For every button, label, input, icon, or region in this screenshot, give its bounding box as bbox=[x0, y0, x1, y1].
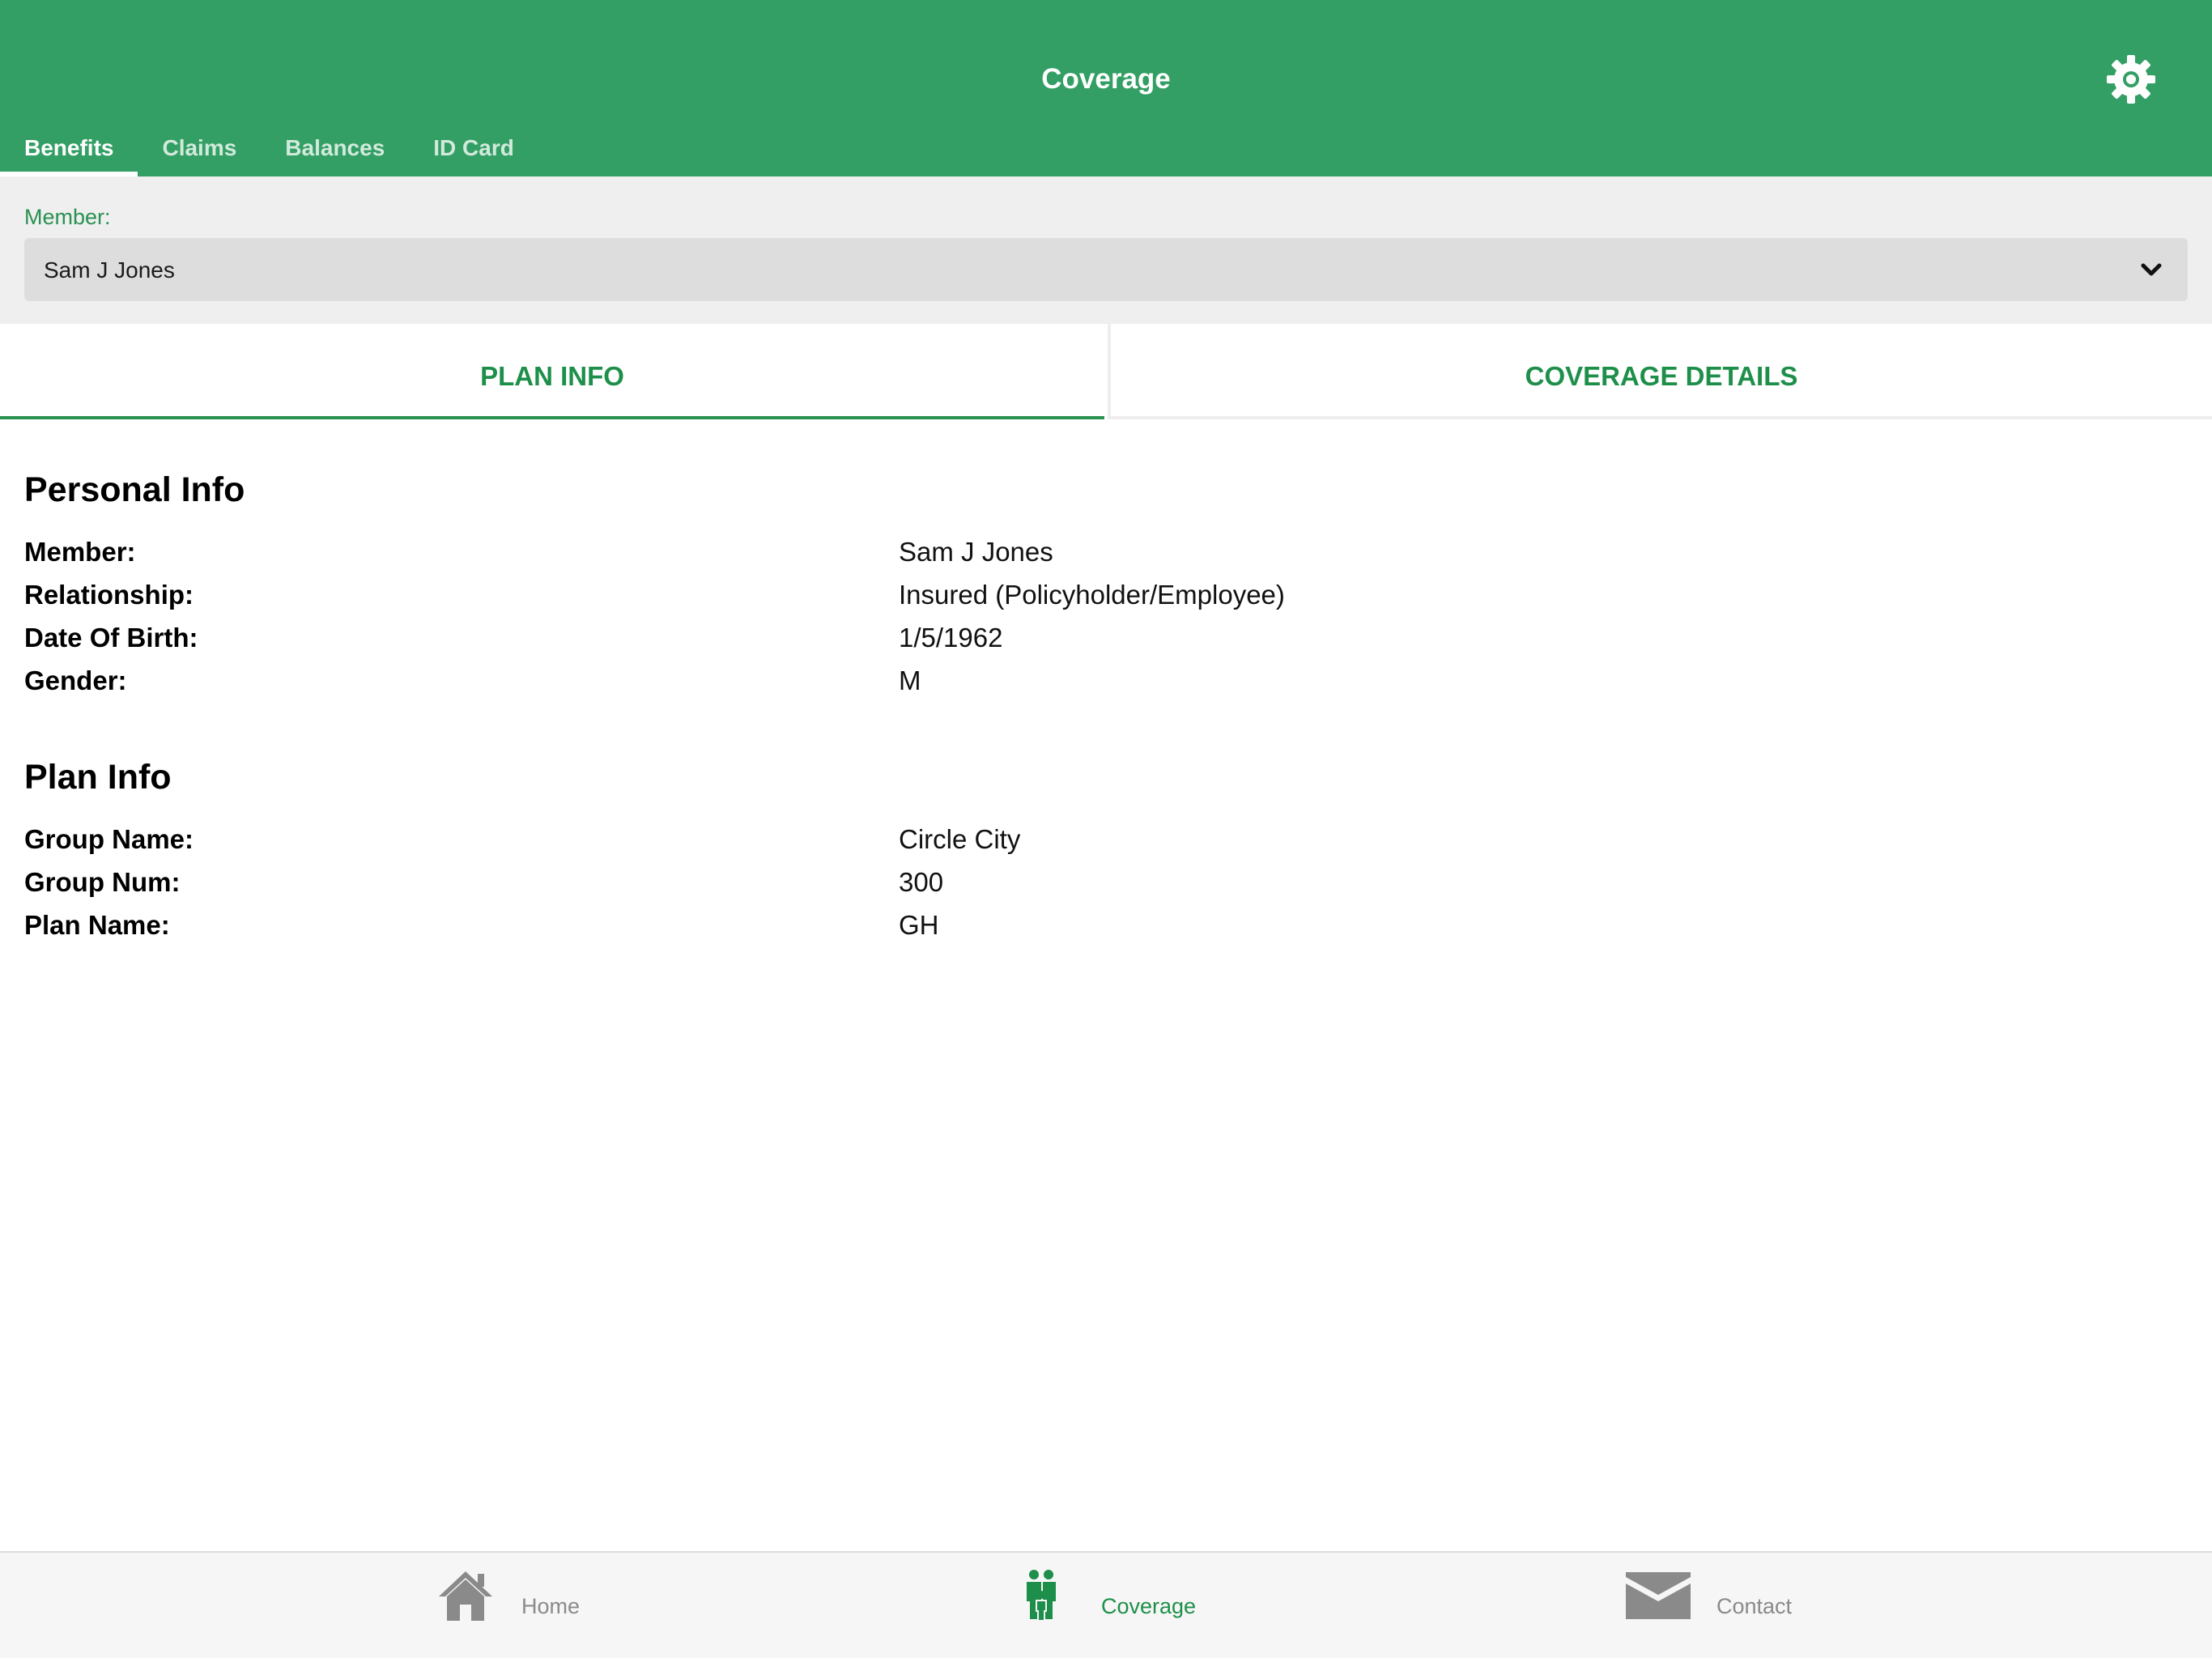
family-icon bbox=[1027, 1570, 1056, 1622]
page-title: Coverage bbox=[1041, 63, 1171, 95]
nav-coverage[interactable]: Coverage bbox=[1020, 1553, 1214, 1658]
group-name-row-value: Circle City bbox=[899, 824, 1021, 854]
tab-benefits[interactable]: Benefits bbox=[0, 125, 138, 176]
member-select-label: Member: bbox=[24, 205, 111, 229]
group-name-row-label: Group Name: bbox=[24, 824, 194, 854]
nav-contact[interactable]: Contact bbox=[1619, 1553, 1814, 1658]
bottom-tab-bar: Home Coverage Contact bbox=[0, 1551, 2212, 1658]
gear-icon[interactable] bbox=[2105, 53, 2157, 105]
member-row-label: Member: bbox=[24, 537, 136, 567]
tab-claims[interactable]: Claims bbox=[138, 125, 261, 176]
gender-row-label: Gender: bbox=[24, 665, 127, 695]
group-num-row-value: 300 bbox=[899, 867, 944, 897]
relationship-row-label: Relationship: bbox=[24, 580, 194, 610]
member-selector-panel: Member: Sam J Jones bbox=[0, 176, 2212, 324]
group-num-row-label: Group Num: bbox=[24, 867, 181, 897]
relationship-row-value: Insured (Policyholder/Employee) bbox=[899, 580, 1285, 610]
nav-contact-label: Contact bbox=[1716, 1594, 1793, 1618]
segment-plan-info[interactable]: PLAN INFO bbox=[0, 324, 1104, 419]
nav-home[interactable]: Home bbox=[429, 1553, 607, 1658]
tab-id-card[interactable]: ID Card bbox=[409, 125, 538, 176]
chevron-down-icon bbox=[2141, 263, 2162, 276]
tab-balances[interactable]: Balances bbox=[261, 125, 409, 176]
dob-row-value: 1/5/1962 bbox=[899, 623, 1003, 653]
personal-info-heading: Personal Info bbox=[24, 470, 245, 509]
dob-row-label: Date Of Birth: bbox=[24, 623, 198, 653]
app-header: Coverage Benefits Claims Balances ID Car… bbox=[0, 0, 2212, 176]
home-icon bbox=[439, 1571, 492, 1621]
plan-info-heading: Plan Info bbox=[24, 758, 172, 797]
envelope-icon bbox=[1626, 1572, 1691, 1619]
nav-coverage-label: Coverage bbox=[1101, 1594, 1197, 1618]
member-row-value: Sam J Jones bbox=[899, 537, 1053, 567]
gender-row-value: M bbox=[899, 665, 921, 695]
member-dropdown-value: Sam J Jones bbox=[44, 257, 175, 283]
top-tab-bar: Benefits Claims Balances ID Card bbox=[0, 125, 538, 176]
segment-coverage-details-label: COVERAGE DETAILS bbox=[1525, 361, 1798, 391]
nav-home-label: Home bbox=[521, 1594, 581, 1618]
plan-name-row-label: Plan Name: bbox=[24, 910, 170, 940]
segment-coverage-details[interactable]: COVERAGE DETAILS bbox=[1108, 324, 2212, 419]
plan-name-row-value: GH bbox=[899, 910, 939, 940]
segment-plan-info-label: PLAN INFO bbox=[480, 361, 624, 391]
member-dropdown[interactable]: Sam J Jones bbox=[24, 238, 2188, 301]
